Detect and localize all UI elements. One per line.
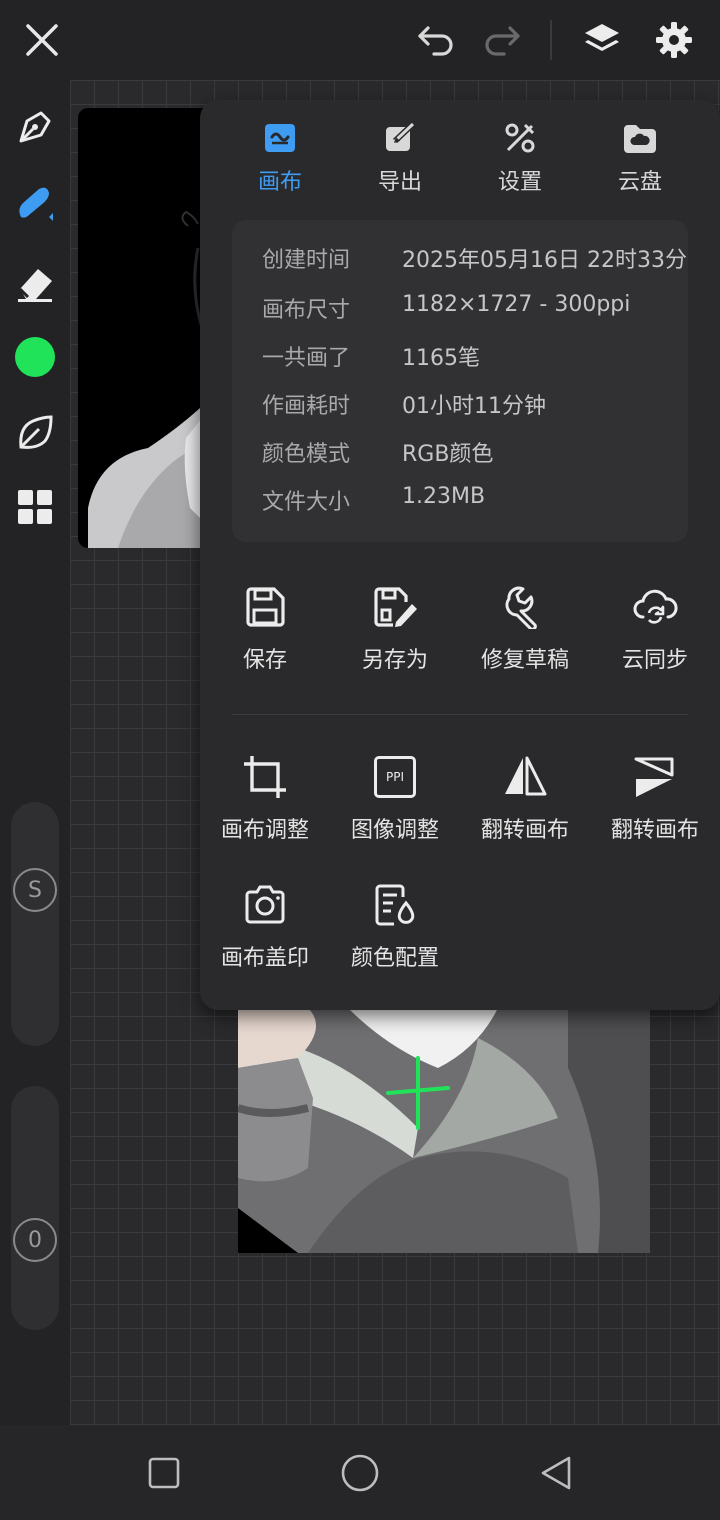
color-config-button[interactable]: 颜色配置: [330, 880, 460, 972]
flip-canvas-horizontal-label: 翻转画布: [480, 818, 569, 843]
gear-icon[interactable]: [648, 14, 700, 66]
system-navigation-bar: [0, 1425, 720, 1520]
flip-canvas-horizontal-button[interactable]: 翻转画布: [460, 752, 590, 844]
export-icon: [380, 118, 420, 158]
brush-size-slider[interactable]: [11, 802, 59, 1046]
layers-icon[interactable]: [576, 14, 628, 66]
canvas-menu-panel: 画布 导出 设置 云盘 创建时间 2025年05月16日 22时33分 画布尺寸…: [200, 100, 720, 1010]
info-label: 文件大小: [262, 490, 351, 515]
cloud-sync-label: 云同步: [621, 648, 688, 673]
info-value: 1.23MB: [402, 484, 486, 509]
info-value: 01小时11分钟: [402, 394, 546, 419]
divider: [232, 714, 688, 715]
info-row-created: 创建时间 2025年05月16日 22时33分: [262, 242, 687, 278]
info-label: 颜色模式: [262, 442, 351, 467]
info-row-file-size: 文件大小 1.23MB: [262, 484, 682, 520]
artwork-image-lower: [238, 1008, 650, 1253]
wrench-icon: [500, 582, 550, 632]
cloud-sync-icon: [630, 582, 680, 632]
brush-opacity-handle[interactable]: 0: [13, 1218, 57, 1262]
toolbar-separator: [550, 20, 552, 60]
pen-nib-icon[interactable]: [8, 100, 62, 154]
flip-vertical-icon: [630, 752, 680, 802]
color-config-label: 颜色配置: [350, 946, 439, 971]
canvas-icon: [260, 118, 300, 158]
info-value: RGB颜色: [402, 442, 494, 467]
image-adjust-label: 图像调整: [350, 818, 439, 843]
back-icon[interactable]: [530, 1447, 582, 1499]
canvas-stamp-button[interactable]: 画布盖印: [200, 880, 330, 972]
top-toolbar: [0, 0, 720, 80]
tab-canvas-label: 画布: [257, 170, 302, 195]
info-value: 2025年05月16日 22时33分: [402, 248, 687, 272]
tab-cloud-drive[interactable]: 云盘: [580, 118, 700, 202]
eraser-icon[interactable]: [8, 256, 62, 310]
save-label: 保存: [242, 648, 287, 673]
flip-canvas-vertical-button[interactable]: 翻转画布: [590, 752, 720, 844]
repair-draft-label: 修复草稿: [480, 648, 569, 673]
tab-export-label: 导出: [377, 170, 422, 195]
crop-icon: [240, 752, 290, 802]
info-row-duration: 作画耗时 01小时11分钟: [262, 388, 682, 424]
tab-settings[interactable]: 设置: [460, 118, 580, 202]
undo-icon[interactable]: [410, 14, 462, 66]
color-config-icon: [370, 880, 420, 930]
recent-apps-icon[interactable]: [138, 1447, 190, 1499]
artwork-image: [78, 108, 210, 548]
save-as-label: 另存为: [361, 648, 428, 673]
flip-canvas-vertical-label: 翻转画布: [610, 818, 699, 843]
flip-horizontal-icon: [500, 752, 550, 802]
redo-icon[interactable]: [476, 14, 528, 66]
save-as-icon: [370, 582, 420, 632]
save-icon: [240, 582, 290, 632]
cloud-sync-button[interactable]: 云同步: [590, 582, 720, 674]
ppi-icon: PPI: [370, 752, 420, 802]
tab-cloud-drive-label: 云盘: [617, 170, 662, 195]
info-value: 1182×1727 - 300ppi: [402, 292, 631, 317]
color-swatch[interactable]: [8, 330, 62, 384]
tab-settings-label: 设置: [497, 170, 542, 195]
tab-canvas[interactable]: 画布: [220, 118, 340, 202]
tool-sidebar: S 0: [0, 80, 70, 1425]
save-as-button[interactable]: 另存为: [330, 582, 460, 674]
info-value: 1165笔: [402, 346, 480, 371]
canvas-info-box: 创建时间 2025年05月16日 22时33分 画布尺寸 1182×1727 -…: [232, 220, 688, 542]
leaf-icon[interactable]: [8, 406, 62, 460]
canvas-adjust-button[interactable]: 画布调整: [200, 752, 330, 844]
image-adjust-button[interactable]: PPI 图像调整: [330, 752, 460, 844]
camera-icon: [240, 880, 290, 930]
info-label: 创建时间: [262, 248, 351, 273]
info-label: 一共画了: [262, 346, 351, 371]
tab-export[interactable]: 导出: [340, 118, 460, 202]
info-row-color-mode: 颜色模式 RGB颜色: [262, 436, 682, 472]
cloud-folder-icon: [620, 118, 660, 158]
home-icon[interactable]: [334, 1447, 386, 1499]
info-row-strokes: 一共画了 1165笔: [262, 340, 682, 376]
close-icon[interactable]: [16, 14, 68, 66]
info-label: 画布尺寸: [262, 298, 351, 323]
ppi-icon-text: PPI: [385, 770, 404, 784]
save-button[interactable]: 保存: [200, 582, 330, 674]
grid-apps-icon[interactable]: [8, 480, 62, 534]
canvas-adjust-label: 画布调整: [220, 818, 309, 843]
repair-draft-button[interactable]: 修复草稿: [460, 582, 590, 674]
brush-opacity-slider[interactable]: [11, 1086, 59, 1330]
brush-icon[interactable]: [8, 176, 62, 230]
info-label: 作画耗时: [262, 394, 351, 419]
brush-size-handle[interactable]: S: [13, 868, 57, 912]
canvas-stamp-label: 画布盖印: [220, 946, 309, 971]
info-row-size: 画布尺寸 1182×1727 - 300ppi: [262, 292, 682, 328]
tools-icon: [500, 118, 540, 158]
